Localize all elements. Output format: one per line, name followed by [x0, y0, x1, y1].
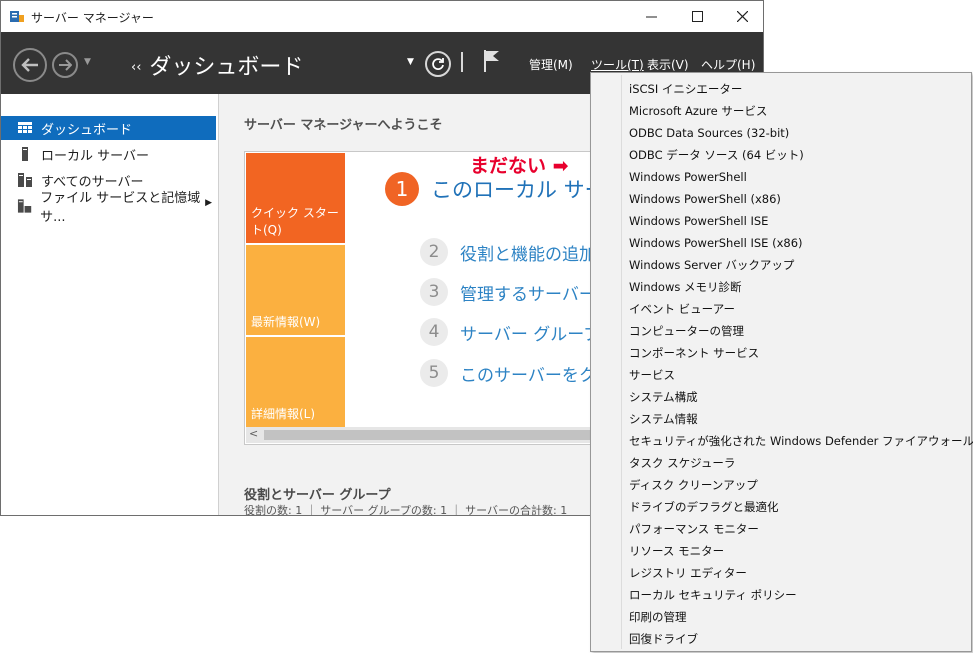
- server-icon: [22, 147, 28, 161]
- sidebar-item-label: ローカル サーバー: [41, 148, 150, 164]
- tools-menu-item[interactable]: イベント ビューアー: [629, 298, 735, 320]
- refresh-button[interactable]: [425, 51, 451, 77]
- tile-label: 詳細情報(L): [251, 407, 316, 421]
- tools-menu-item[interactable]: リソース モニター: [629, 540, 724, 562]
- sidebar-item-dashboard[interactable]: ダッシュボード: [1, 116, 216, 140]
- tools-menu-item[interactable]: iSCSI イニシエーター: [629, 78, 742, 100]
- step-number: 4: [420, 318, 448, 346]
- server-manager-app-icon: [10, 11, 24, 22]
- sidebar-item-local-server[interactable]: ローカル サーバー: [1, 142, 216, 166]
- step-link[interactable]: 役割と機能の追加: [460, 240, 596, 265]
- tile-learn-more[interactable]: 詳細情報(L): [246, 337, 345, 427]
- menu-gutter: [621, 75, 622, 649]
- tools-menu-item[interactable]: 印刷の管理: [629, 606, 687, 628]
- menu-view[interactable]: 表示(V): [647, 56, 689, 73]
- welcome-heading: サーバー マネージャーへようこそ: [244, 118, 443, 133]
- history-dropdown-icon[interactable]: ▼: [84, 57, 91, 67]
- tools-menu-item[interactable]: パフォーマンス モニター: [629, 518, 759, 540]
- menu-tools[interactable]: ツール(T): [591, 56, 644, 73]
- sidebar-item-label: ダッシュボード: [41, 122, 133, 138]
- roles-section-title: 役割とサーバー グループ: [244, 488, 391, 503]
- back-button[interactable]: [13, 48, 47, 82]
- breadcrumb-dropdown-icon[interactable]: ▼: [407, 57, 414, 67]
- step-number: 5: [420, 359, 448, 387]
- breadcrumb-arrows-icon: ‹‹: [131, 60, 142, 75]
- tools-menu-item[interactable]: ローカル セキュリティ ポリシー: [629, 584, 797, 606]
- tools-menu-item[interactable]: Microsoft Azure サービス: [629, 100, 767, 122]
- tools-menu-item[interactable]: Windows PowerShell ISE: [629, 210, 768, 232]
- forward-button[interactable]: [52, 52, 78, 78]
- breadcrumb-label: ダッシュボード: [149, 55, 304, 80]
- tools-menu-item[interactable]: コンポーネント サービス: [629, 342, 759, 364]
- file-services-icon: [17, 199, 32, 213]
- scrollbar-thumb[interactable]: [264, 430, 604, 440]
- menu-manage[interactable]: 管理(M): [529, 56, 573, 73]
- tools-menu-item[interactable]: システム情報: [629, 408, 698, 430]
- minimize-button[interactable]: [628, 1, 674, 32]
- tools-menu-item[interactable]: システム構成: [629, 386, 698, 408]
- maximize-icon: [691, 11, 703, 22]
- step-number: 3: [420, 278, 448, 306]
- notifications-flag-icon[interactable]: [483, 49, 501, 73]
- tile-label: 最新情報(W): [251, 315, 321, 329]
- tools-menu-item[interactable]: ODBC Data Sources (32-bit): [629, 122, 789, 144]
- tools-menu-item[interactable]: Windows メモリ診断: [629, 276, 742, 298]
- tools-menu-item[interactable]: ディスク クリーンアップ: [629, 474, 758, 496]
- sidebar: ダッシュボード ローカル サーバー すべてのサーバー ファイル サービスと記憶域…: [1, 94, 219, 515]
- annotation-not-yet: まだない ➡: [470, 155, 569, 177]
- close-button[interactable]: [719, 1, 763, 32]
- step-number: 2: [420, 238, 448, 266]
- tile-quick-start[interactable]: クイック スタート(Q): [246, 153, 345, 243]
- window-title: サーバー マネージャー: [31, 11, 154, 25]
- sidebar-item-file-storage[interactable]: ファイル サービスと記憶域サ... ▶: [1, 191, 216, 225]
- tools-menu-item[interactable]: 回復ドライブ: [629, 628, 698, 650]
- tools-menu-item[interactable]: Windows PowerShell: [629, 166, 747, 188]
- forward-arrow-icon: [59, 59, 72, 71]
- header-separator: [461, 52, 463, 72]
- menu-help[interactable]: ヘルプ(H): [701, 56, 755, 73]
- breadcrumb: ‹‹ ダッシュボード: [131, 49, 303, 81]
- tools-menu-item[interactable]: タスク スケジューラ: [629, 452, 735, 474]
- tools-menu-item[interactable]: Windows PowerShell (x86): [629, 188, 781, 210]
- dashboard-icon: [18, 122, 32, 133]
- tools-menu-item[interactable]: Windows Server バックアップ: [629, 254, 794, 276]
- tile-label: クイック スタート(Q): [251, 206, 339, 237]
- step-add-roles[interactable]: 2 役割と機能の追加: [420, 238, 596, 266]
- refresh-icon: [432, 58, 444, 70]
- tools-menu-item[interactable]: コンピューターの管理: [629, 320, 744, 342]
- tools-menu-item[interactable]: サービス: [629, 364, 675, 386]
- roles-stats: 役割の数: 1 ｜ サーバー グループの数: 1 ｜ サーバーの合計数: 1: [244, 504, 568, 516]
- close-icon: [736, 11, 748, 22]
- tools-menu-item[interactable]: ODBC データ ソース (64 ビット): [629, 144, 804, 166]
- back-arrow-icon: [21, 58, 38, 72]
- chevron-right-icon: ▶: [205, 198, 212, 208]
- minimize-icon: [645, 16, 657, 18]
- tools-menu-item[interactable]: Windows PowerShell ISE (x86): [629, 232, 803, 254]
- sidebar-item-label: ファイル サービスと記憶域サ...: [40, 191, 201, 225]
- step-number: 1: [385, 172, 419, 206]
- scroll-left-icon[interactable]: <: [249, 427, 258, 440]
- title-bar[interactable]: サーバー マネージャー: [1, 1, 763, 32]
- maximize-button[interactable]: [674, 1, 720, 32]
- tools-menu-item[interactable]: セキュリティが強化された Windows Defender ファイアウォール: [629, 430, 973, 452]
- tile-whats-new[interactable]: 最新情報(W): [246, 245, 345, 335]
- tools-dropdown-menu: iSCSI イニシエーター Microsoft Azure サービス ODBC Da…: [590, 72, 973, 652]
- tools-menu-item[interactable]: レジストリ エディター: [629, 562, 747, 584]
- servers-icon: [18, 173, 32, 187]
- tools-menu-item[interactable]: ドライブのデフラグと最適化: [629, 496, 779, 518]
